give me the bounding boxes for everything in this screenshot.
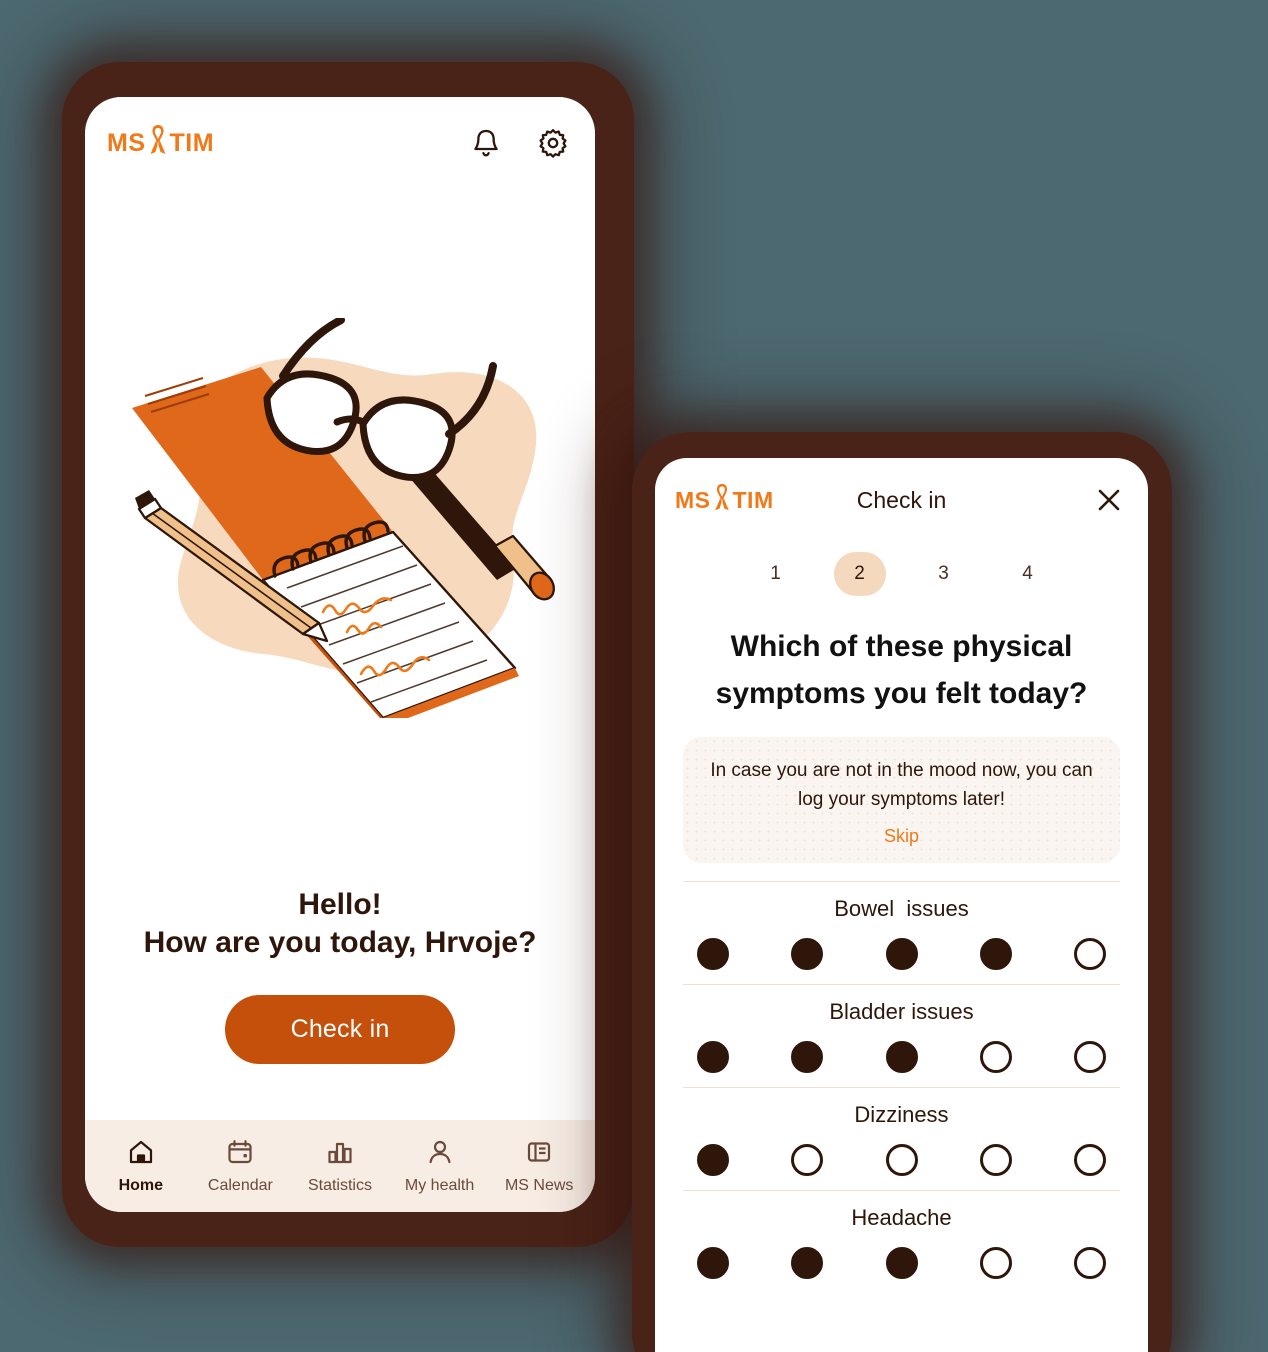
step-3[interactable]: 3 [918,552,970,596]
severity-scale [683,938,1120,974]
severity-scale [683,1041,1120,1077]
symptom-row: Bowel issues [683,881,1120,984]
greeting-line-2: How are you today, Hrvoje? [143,925,537,959]
symptom-label: Bowel issues [834,896,969,921]
severity-dot-5[interactable] [1074,1247,1106,1279]
severity-dot-5[interactable] [1074,1144,1106,1176]
bar-chart-icon [326,1138,354,1171]
severity-dot-1[interactable] [697,1041,729,1073]
symptom-label: Dizziness [854,1102,949,1127]
nav-item-calendar[interactable]: Calendar [191,1138,291,1195]
severity-scale [683,1247,1120,1283]
severity-dot-4[interactable] [979,1247,1012,1279]
nav-item-ms-news[interactable]: MS News [489,1138,589,1195]
symptom-row: Headache [683,1190,1120,1293]
skip-link[interactable]: Skip [884,826,919,847]
severity-dot-2[interactable] [791,938,824,970]
severity-dot-1[interactable] [697,938,729,970]
logo-text-tim: TIM [732,486,774,513]
severity-dot-4[interactable] [979,1041,1012,1073]
bottom-navigation: Home Calendar Statistics My health MS Ne… [85,1120,595,1212]
calendar-icon [226,1138,254,1171]
question-heading: Which of these physical symptoms you fel… [715,630,1088,710]
severity-dot-1[interactable] [697,1247,729,1279]
check-in-button[interactable]: Check in [224,995,456,1064]
logo-text-ms: MS [107,128,146,157]
greeting-line-1: Hello! [298,888,382,921]
severity-scale [683,1144,1120,1180]
notepad-glasses-pen-illustration [132,317,555,718]
checkin-screen: MS TIM Check in 1 2 3 4 Which of these p… [655,458,1148,1352]
severity-dot-3[interactable] [885,1041,918,1073]
nav-item-my-health[interactable]: My health [390,1138,490,1195]
severity-dot-5[interactable] [1074,1041,1106,1073]
step-1[interactable]: 1 [750,552,802,596]
step-2[interactable]: 2 [833,552,886,596]
home-header: MS TIM [85,97,595,189]
close-icon[interactable] [1094,485,1124,515]
bell-icon[interactable] [471,127,501,159]
app-logo: MS TIM [107,123,214,164]
symptom-label: Bladder issues [829,999,974,1024]
gear-icon[interactable] [537,127,569,159]
checkin-header: MS TIM Check in [655,458,1148,542]
severity-dot-3[interactable] [885,1247,918,1279]
nav-label-ms-news: MS News [504,1176,574,1194]
symptom-row: Dizziness [683,1087,1120,1190]
severity-dot-4[interactable] [979,938,1012,970]
severity-dot-4[interactable] [979,1144,1012,1176]
news-icon [525,1138,553,1171]
severity-dot-5[interactable] [1074,938,1106,970]
nav-label-home: Home [118,1176,164,1194]
severity-dot-2[interactable] [791,1144,824,1176]
person-icon [426,1138,454,1171]
screenshot-canvas: MS TIM Hello! How are you today, Hrvoje?… [0,0,1268,1352]
severity-dot-3[interactable] [885,938,918,970]
severity-dot-3[interactable] [885,1144,918,1176]
home-screen: MS TIM Hello! How are you today, Hrvoje?… [85,97,595,1212]
home-illustration-wrap [85,189,595,886]
home-header-icons [471,127,569,159]
symptom-list: Bowel issues Bladder issues Dizziness Heada… [655,881,1148,1352]
info-card-text: In case you are not in the mood now, you… [710,760,1093,810]
home-icon [127,1138,155,1171]
checkin-button-wrap: Check in [85,995,595,1064]
greeting-block: Hello! How are you today, Hrvoje? [85,886,595,961]
nav-label-calendar: Calendar [207,1176,273,1194]
skip-info-card: In case you are not in the mood now, you… [683,737,1120,863]
awareness-ribbon-icon [711,482,733,519]
step-4[interactable]: 4 [1002,552,1054,596]
nav-label-my-health: My health [404,1176,475,1194]
severity-dot-2[interactable] [791,1247,824,1279]
nav-item-statistics[interactable]: Statistics [290,1138,390,1195]
severity-dot-2[interactable] [791,1041,824,1073]
severity-dot-1[interactable] [697,1144,729,1176]
logo-text-ms: MS [675,486,711,513]
nav-item-home[interactable]: Home [91,1138,191,1195]
logo-text-tim: TIM [169,128,215,157]
awareness-ribbon-icon [146,123,170,164]
app-logo-checkin: MS TIM [675,482,774,519]
step-indicator: 1 2 3 4 [655,552,1148,596]
symptom-row: Bladder issues [683,984,1120,1087]
symptom-label: Headache [851,1205,952,1230]
nav-label-statistics: Statistics [307,1176,372,1194]
